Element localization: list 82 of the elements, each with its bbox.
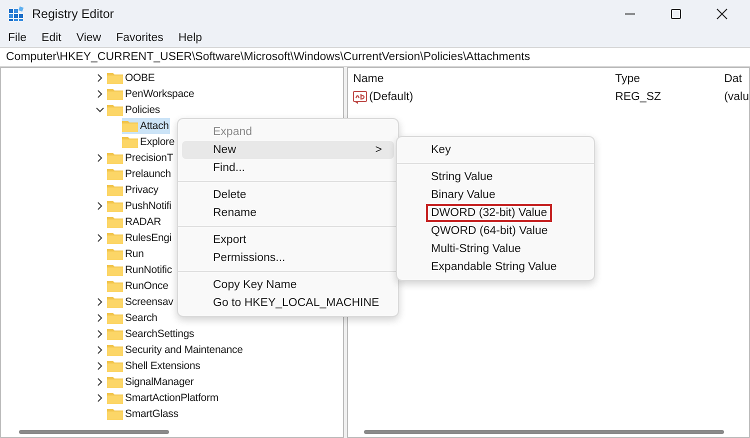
menu-item[interactable]: Edit (38, 32, 66, 44)
folder-icon (107, 376, 123, 388)
menu-item[interactable]: Delete (182, 186, 394, 204)
tree-item[interactable]: RADAR (107, 214, 162, 230)
maximize-icon[interactable] (670, 8, 682, 20)
tree-item[interactable]: PrecisionT (107, 150, 174, 166)
folder-icon (122, 136, 138, 148)
expand-chevron-icon[interactable] (96, 202, 104, 210)
window-title: Registry Editor (32, 7, 114, 21)
menu-item[interactable]: Multi-String Value (426, 240, 526, 258)
menu-item[interactable]: Binary Value (426, 186, 500, 204)
folder-icon (107, 264, 123, 276)
menu-item[interactable]: String Value (426, 168, 498, 186)
tree-item[interactable]: Security and Maintenance (107, 342, 244, 358)
tree-item[interactable]: SignalManager (107, 374, 195, 390)
table-cell: (valu (724, 91, 749, 103)
tree-item[interactable]: PenWorkspace (107, 86, 196, 102)
folder-icon (107, 168, 123, 180)
tree-item[interactable]: Privacy (107, 182, 160, 198)
menu-item[interactable]: DWORD (32-bit) Value (426, 204, 552, 222)
folder-icon (107, 216, 123, 228)
folder-icon (107, 344, 123, 356)
table-cell-text: REG_SZ (615, 91, 662, 103)
menu-item[interactable]: Find... (182, 159, 394, 177)
folder-icon (107, 392, 123, 404)
tree-item[interactable]: RunOnce (107, 278, 170, 294)
menu-item[interactable]: Rename (182, 204, 394, 222)
folder-icon (107, 280, 123, 292)
tree-item[interactable]: Run (107, 246, 145, 262)
tree-item[interactable]: SmartActionPlatform (107, 390, 220, 406)
menu-item[interactable]: New > (182, 141, 394, 159)
folder-icon (107, 104, 123, 116)
tree-item[interactable]: SearchSettings (107, 326, 196, 342)
tree-item[interactable]: Explore (122, 134, 176, 150)
tree-item[interactable]: Search (107, 310, 158, 326)
collapse-chevron-icon[interactable] (96, 106, 104, 114)
folder-icon (107, 72, 123, 84)
menu-item[interactable]: Permissions... (182, 249, 394, 267)
menu-item[interactable]: QWORD (64-bit) Value (426, 222, 553, 240)
folder-icon (107, 152, 123, 164)
folder-icon (107, 232, 123, 244)
column-header[interactable]: Dat (724, 73, 749, 85)
folder-icon (107, 88, 123, 100)
tree-item[interactable]: PushNotifi (107, 198, 172, 214)
folder-icon (107, 408, 123, 420)
folder-icon (107, 312, 123, 324)
folder-icon (107, 296, 123, 308)
tree-item[interactable]: RulesEngi (107, 230, 173, 246)
tree-item[interactable]: SmartGlass (107, 406, 180, 422)
expand-chevron-icon[interactable] (96, 154, 104, 162)
menu-item[interactable]: Favorites (112, 32, 168, 44)
menu-item[interactable]: Export (182, 231, 394, 249)
tree-item[interactable]: Prelaunch (107, 166, 172, 182)
folder-icon (107, 360, 123, 372)
column-header[interactable]: Type (615, 73, 724, 85)
menu-item[interactable]: Go to HKEY_LOCAL_MACHINE (182, 294, 394, 312)
string-value-icon (353, 90, 368, 104)
tree-item[interactable]: OOBE (107, 70, 156, 86)
expand-chevron-icon[interactable] (96, 234, 104, 242)
table-cell: (Default) (369, 91, 414, 103)
tree-item[interactable]: Screensav (107, 294, 174, 310)
menu-item[interactable]: Help (174, 32, 206, 44)
column-header[interactable]: Name (348, 73, 616, 85)
menu-item[interactable]: View (72, 32, 106, 44)
address-bar[interactable]: Computer\HKEY_CURRENT_USER\Software\Microsoft\Windows\CurrentVersion\Policies\Attachments (0, 47, 750, 67)
tree-item[interactable]: RunNotific (107, 262, 173, 278)
menu-item[interactable]: Expandable String Value (426, 258, 562, 276)
folder-icon (107, 184, 123, 196)
tree-item[interactable]: Policies (107, 102, 161, 118)
tree-item[interactable]: Attach (122, 118, 170, 134)
app-icon (8, 6, 24, 22)
folder-icon (107, 328, 123, 340)
folder-icon (122, 120, 138, 132)
folder-icon (107, 248, 123, 260)
scrollbar-thumb[interactable] (19, 430, 169, 434)
folder-icon (107, 200, 123, 212)
menu-item[interactable]: Key (426, 141, 456, 159)
menu-item[interactable]: Copy Key Name (182, 276, 394, 294)
scrollbar-thumb[interactable] (364, 430, 724, 434)
close-icon[interactable] (716, 8, 728, 20)
tree-item[interactable]: Shell Extensions (107, 358, 202, 374)
menu-item[interactable]: File (4, 32, 31, 44)
